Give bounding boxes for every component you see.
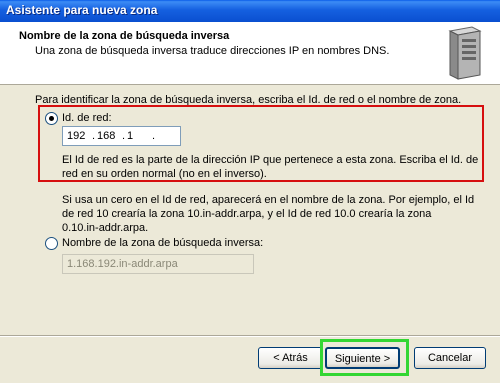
back-button[interactable]: < Atrás xyxy=(258,347,323,369)
wizard-body: Para identificar la zona de búsqueda inv… xyxy=(0,85,500,335)
note-line-1: Si usa un cero en el Id de red, aparecer… xyxy=(62,194,475,206)
highlight-box-next xyxy=(320,339,409,376)
server-icon xyxy=(448,26,482,80)
octet-1: 192 xyxy=(67,130,86,142)
wizard-header: Nombre de la zona de búsqueda inversa Un… xyxy=(0,22,500,85)
note-line-2: de red 10 crearía la zona 10.in-addr.arp… xyxy=(62,208,432,220)
zone-name-value: 1.168.192.in-addr.arpa xyxy=(67,258,178,270)
octet-2: 168 xyxy=(97,130,116,142)
window-title: Asistente para nueva zona xyxy=(6,3,158,17)
zone-name-radio[interactable] xyxy=(45,237,58,250)
network-id-help: El Id de red es la parte de la dirección… xyxy=(62,154,479,180)
network-id-radio[interactable] xyxy=(45,112,58,125)
zone-name-label: Nombre de la zona de búsqueda inversa: xyxy=(62,237,264,249)
zone-name-input[interactable]: 1.168.192.in-addr.arpa xyxy=(62,254,254,274)
button-separator xyxy=(0,335,500,337)
cancel-button[interactable]: Cancelar xyxy=(414,347,486,369)
network-id-label: Id. de red: xyxy=(62,112,112,124)
octet-3: 1 xyxy=(127,130,134,142)
title-bar: Asistente para nueva zona xyxy=(0,0,500,22)
note-line-3: 0.10.in-addr.arpa. xyxy=(62,222,149,234)
header-title: Nombre de la zona de búsqueda inversa xyxy=(19,30,230,42)
network-id-input[interactable]: 192 . 168 . 1 . xyxy=(62,126,181,146)
header-subtitle: Una zona de búsqueda inversa traduce dir… xyxy=(35,45,390,57)
